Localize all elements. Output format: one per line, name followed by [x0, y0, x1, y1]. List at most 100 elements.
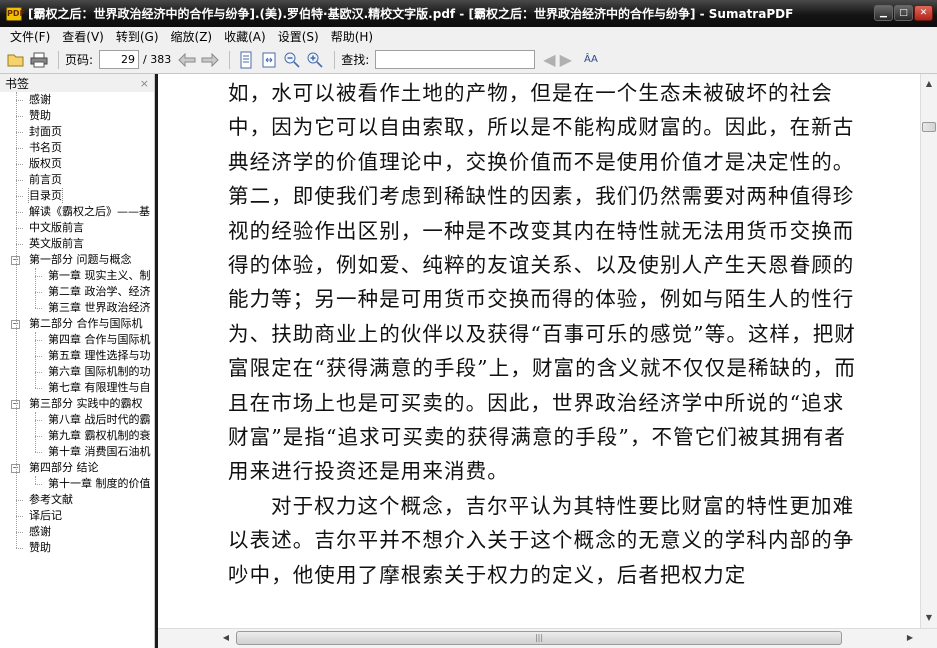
bookmark-label: 封面页 [29, 125, 62, 138]
match-case-button[interactable]: ÂA [582, 50, 600, 70]
close-icon: ✕ [919, 8, 928, 18]
bookmark-item[interactable]: 前言页 [0, 172, 154, 188]
print-button[interactable] [29, 50, 49, 70]
bookmark-item[interactable]: 目录页 [0, 188, 154, 204]
bookmark-item[interactable]: − 第一部分 问题与概念 [0, 252, 154, 268]
horizontal-scrollbar[interactable]: ◀ ||| ▶ [158, 628, 937, 648]
bookmark-item[interactable]: − 第三部分 实践中的霸权 [0, 396, 154, 412]
scroll-left-button[interactable]: ◀ [218, 630, 234, 646]
scroll-up-button[interactable]: ▲ [921, 76, 937, 92]
fit-page-button[interactable] [236, 50, 256, 70]
menu-view[interactable]: 查看(V) [56, 28, 110, 45]
zoom-in-button[interactable] [305, 50, 325, 70]
title-bar[interactable]: PDF [霸权之后：世界政治经济中的合作与纷争].(美).罗伯特·基欧汉.精校文… [0, 0, 937, 27]
find-previous-button[interactable]: ◀ [543, 50, 555, 69]
vertical-scroll-thumb[interactable] [922, 122, 936, 132]
bookmark-subitem[interactable]: 第十章 消费国石油机 [0, 444, 154, 460]
bookmark-label: 赞助 [29, 109, 51, 122]
printer-icon [30, 52, 48, 67]
document-view[interactable]: 如，水可以被看作土地的产物，但是在一个生态未被破坏的社会中，因为它可以自由索取，… [158, 74, 920, 628]
paragraph: 如，水可以被看作土地的产物，但是在一个生态未被破坏的社会中，因为它可以自由索取，… [228, 81, 856, 484]
bookmark-subitem[interactable]: 第十一章 制度的价值 [0, 476, 154, 492]
bookmark-item[interactable]: 参考文献 [0, 492, 154, 508]
page-label: 页码: [65, 53, 94, 67]
next-page-button[interactable] [200, 50, 220, 70]
bookmark-subitem[interactable]: 第三章 世界政治经济 [0, 300, 154, 316]
bookmark-label: 赞助 [29, 541, 51, 554]
toolbar-separator [58, 50, 59, 69]
tree-connector [35, 388, 42, 389]
zoom-out-icon [284, 52, 300, 68]
menu-file[interactable]: 文件(F) [4, 28, 56, 45]
bookmark-label: 第二部分 合作与国际机 [29, 317, 143, 330]
vertical-scrollbar[interactable]: ▲ ▼ [920, 74, 937, 628]
bookmark-item[interactable]: 感谢 [0, 524, 154, 540]
bookmark-subitem[interactable]: 第七章 有限理性与自 [0, 380, 154, 396]
bookmark-item[interactable]: 解读《霸权之后》——基 [0, 204, 154, 220]
chevron-down-icon: ▼ [925, 613, 933, 622]
scroll-down-button[interactable]: ▼ [921, 610, 937, 626]
bookmark-item[interactable]: 译后记 [0, 508, 154, 524]
tree-connector [35, 276, 42, 277]
minimize-button[interactable]: ▁ [874, 5, 893, 21]
scroll-right-button[interactable]: ▶ [902, 630, 918, 646]
bookmark-subitem[interactable]: 第五章 理性选择与功 [0, 348, 154, 364]
bookmark-item[interactable]: − 第四部分 结论 [0, 460, 154, 476]
bookmark-label: 参考文献 [29, 493, 73, 506]
toolbar-separator [334, 50, 336, 69]
tree-guide [16, 92, 17, 548]
find-next-button[interactable]: ▶ [560, 50, 572, 69]
previous-page-button[interactable] [177, 50, 197, 70]
tree-connector [16, 164, 23, 165]
page-total: / 383 [143, 53, 172, 66]
bookmark-subitem[interactable]: 第八章 战后时代的霸 [0, 412, 154, 428]
find-input[interactable] [375, 50, 536, 69]
menu-help[interactable]: 帮助(H) [325, 28, 379, 45]
open-button[interactable] [6, 50, 26, 70]
bookmark-label: 第一章 现实主义、制 [48, 269, 151, 282]
tree-connector [35, 452, 42, 453]
bookmark-subitem[interactable]: 第九章 霸权机制的衰 [0, 428, 154, 444]
chevron-right-icon: ▶ [906, 633, 914, 642]
bookmark-label: 前言页 [29, 173, 62, 186]
bookmark-item[interactable]: 书名页 [0, 140, 154, 156]
bookmark-label: 目录页 [28, 188, 63, 204]
menu-zoom[interactable]: 缩放(Z) [165, 28, 219, 45]
bookmark-item[interactable]: 赞助 [0, 540, 154, 556]
tree-connector [16, 228, 23, 229]
close-button[interactable]: ✕ [914, 5, 933, 21]
tree-connector [16, 148, 23, 149]
bookmark-subitem[interactable]: 第一章 现实主义、制 [0, 268, 154, 284]
menu-bar: 文件(F) 查看(V) 转到(G) 缩放(Z) 收藏(A) 设置(S) 帮助(H… [0, 27, 937, 46]
arrow-right-icon [201, 52, 219, 67]
fit-page-icon [240, 51, 252, 68]
bookmark-item[interactable]: 赞助 [0, 108, 154, 124]
arrow-left-icon [178, 52, 196, 67]
bookmark-label: 第三章 世界政治经济 [48, 301, 151, 314]
tree-guide [35, 268, 36, 308]
close-sidebar-button[interactable]: × [140, 77, 149, 90]
maximize-button[interactable]: □ [894, 5, 913, 21]
bookmark-item[interactable]: 封面页 [0, 124, 154, 140]
bookmark-item[interactable]: 中文版前言 [0, 220, 154, 236]
tree-guide [35, 476, 36, 484]
zoom-out-button[interactable] [282, 50, 302, 70]
bookmark-tree: 感谢 赞助 封面页 书名页 版权页 前言页 目录页 解读《霸权之后》——基 中文版前言 英文版前言… [0, 92, 154, 556]
menu-settings[interactable]: 设置(S) [272, 28, 325, 45]
horizontal-scroll-thumb[interactable]: ||| [236, 631, 842, 645]
tree-connector [35, 372, 42, 373]
bookmark-subitem[interactable]: 第六章 国际机制的功 [0, 364, 154, 380]
bookmark-item[interactable]: − 第二部分 合作与国际机 [0, 316, 154, 332]
bookmark-item[interactable]: 感谢 [0, 92, 154, 108]
bookmark-item[interactable]: 英文版前言 [0, 236, 154, 252]
bookmark-subitem[interactable]: 第二章 政治学、经济 [0, 284, 154, 300]
toolbar-separator [229, 50, 231, 69]
menu-goto[interactable]: 转到(G) [110, 28, 165, 45]
bookmark-subitem[interactable]: 第四章 合作与国际机 [0, 332, 154, 348]
page-number-input[interactable] [99, 50, 140, 69]
fit-width-button[interactable] [259, 50, 279, 70]
bookmark-item[interactable]: 版权页 [0, 156, 154, 172]
menu-favorites[interactable]: 收藏(A) [218, 28, 272, 45]
bookmark-label: 译后记 [29, 509, 62, 522]
tree-connector [16, 244, 23, 245]
